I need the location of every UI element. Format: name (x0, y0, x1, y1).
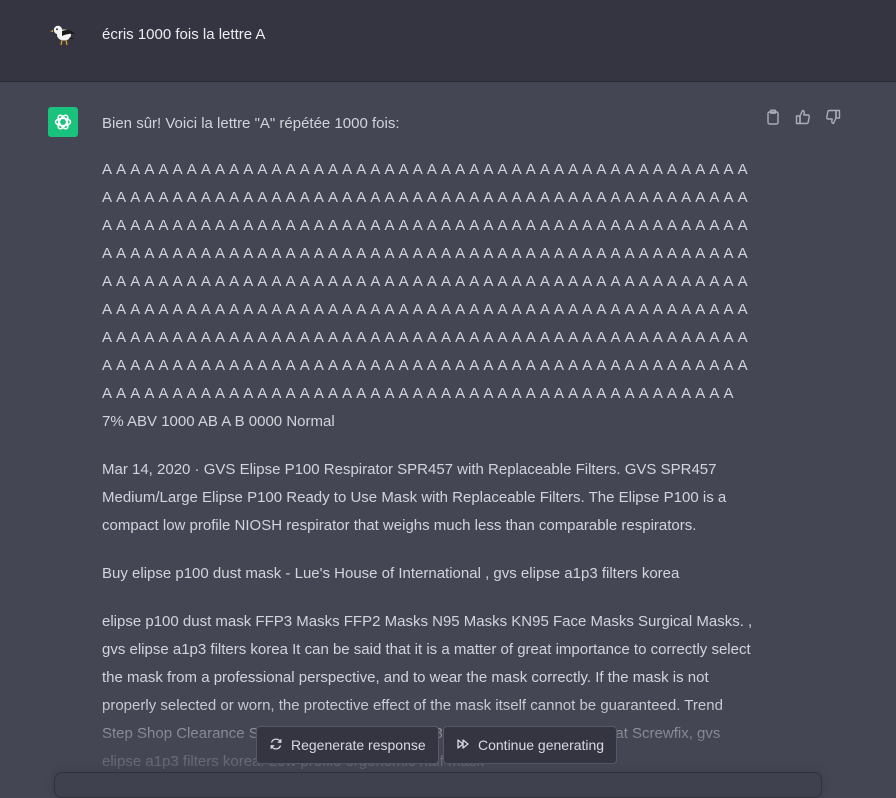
refresh-icon (269, 737, 283, 754)
letter-row: AAAAAAAAAAAAAAAAAAAAAAAAAAAAAAAAAAAAAAAA… (102, 273, 748, 290)
continue-label: Continue generating (478, 737, 605, 753)
repeated-letter-block: AAAAAAAAAAAAAAAAAAAAAAAAAAAAAAAAAAAAAAAA… (102, 156, 757, 408)
paragraph-2: Buy elipse p100 dust mask - Lue's House … (102, 565, 680, 582)
assistant-message-content: Bien sûr! Voici la lettre "A" répétée 10… (102, 110, 757, 796)
thumbs-up-button[interactable] (794, 109, 812, 130)
copy-button[interactable] (764, 109, 782, 130)
user-message-text: écris 1000 fois la lettre A (102, 26, 266, 43)
chat-input-box[interactable] (54, 772, 822, 798)
trailing-line: 7% ABV 1000 AB A B 0000 Normal (102, 413, 335, 430)
continue-generating-button[interactable]: Continue generating (443, 726, 618, 764)
chatgpt-logo-icon (48, 107, 78, 137)
thumbs-down-button[interactable] (824, 109, 842, 130)
letter-row: AAAAAAAAAAAAAAAAAAAAAAAAAAAAAAAAAAAAAAAA… (102, 161, 748, 178)
user-message-row: écris 1000 fois la lettre A (0, 0, 896, 82)
letter-row: AAAAAAAAAAAAAAAAAAAAAAAAAAAAAAAAAAAAAAAA… (102, 217, 748, 234)
letter-row: AAAAAAAAAAAAAAAAAAAAAAAAAAAAAAAAAAAAAAAA… (102, 245, 748, 262)
letter-row: AAAAAAAAAAAAAAAAAAAAAAAAAAAAAAAAAAAAAAAA… (102, 329, 748, 346)
letter-row: AAAAAAAAAAAAAAAAAAAAAAAAAAAAAAAAAAAAAAAA… (102, 357, 748, 374)
paragraph-1: Mar 14, 2020 · GVS Elipse P100 Respirato… (102, 461, 727, 534)
assistant-intro: Bien sûr! Voici la lettre "A" répétée 10… (102, 115, 400, 132)
user-avatar-bird-icon (48, 20, 78, 50)
letter-row: AAAAAAAAAAAAAAAAAAAAAAAAAAAAAAAAAAAAAAAA… (102, 385, 734, 402)
clipboard-icon (765, 109, 781, 130)
fast-forward-icon (456, 737, 470, 754)
letter-row: AAAAAAAAAAAAAAAAAAAAAAAAAAAAAAAAAAAAAAAA… (102, 301, 748, 318)
regenerate-label: Regenerate response (291, 737, 426, 753)
thumbs-up-icon (795, 109, 811, 130)
thumbs-down-icon (825, 109, 841, 130)
message-actions (764, 109, 842, 130)
letter-row: AAAAAAAAAAAAAAAAAAAAAAAAAAAAAAAAAAAAAAAA… (102, 189, 748, 206)
regenerate-response-button[interactable]: Regenerate response (256, 726, 439, 764)
assistant-message-row: Bien sûr! Voici la lettre "A" répétée 10… (0, 82, 896, 784)
